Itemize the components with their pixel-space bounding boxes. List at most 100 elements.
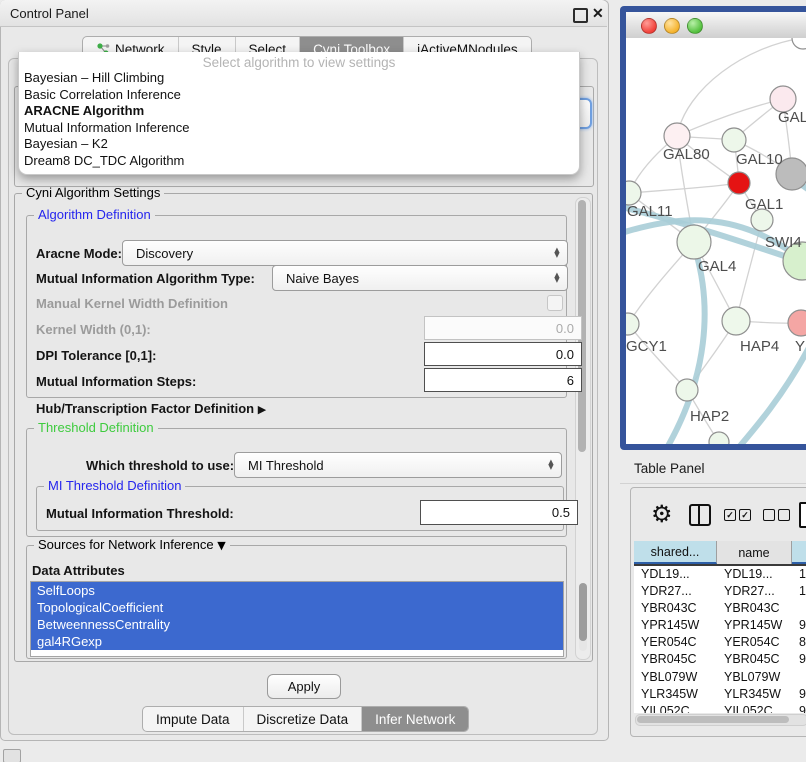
bottom-tab-discretize-data[interactable]: Discretize Data: [243, 707, 362, 731]
table-row[interactable]: YPR145WYPR145W9.: [634, 617, 806, 634]
network-node[interactable]: [728, 172, 750, 194]
bottom-tab-infer-network[interactable]: Infer Network: [361, 707, 468, 731]
attribute-list-item[interactable]: SelfLoops: [31, 582, 563, 599]
close-traffic-light-icon[interactable]: [641, 18, 657, 34]
attribute-list-item[interactable]: gal4RGexp: [31, 633, 563, 650]
chevron-down-icon: ▼: [217, 539, 225, 552]
table-horizontal-scrollbar[interactable]: [635, 714, 806, 726]
aracne-mode-label: Aracne Mode:: [36, 246, 122, 261]
network-node[interactable]: [709, 432, 729, 444]
node-label: GAL4: [698, 258, 736, 275]
group-title: Cyni Algorithm Settings: [22, 185, 164, 200]
group-title: Algorithm Definition: [34, 207, 155, 222]
gear-icon[interactable]: ⚙: [651, 500, 673, 528]
network-view-window[interactable]: GALGAL80GAL10GAL1GAL11SWI4GAL4GCY1HAP4YH…: [620, 6, 806, 450]
table-row[interactable]: YDL19...YDL19...13: [634, 566, 806, 583]
algorithm-option[interactable]: Bayesian – K2: [19, 136, 579, 153]
data-attributes-list[interactable]: SelfLoopsTopologicalCoefficientBetweenne…: [30, 581, 564, 657]
chevron-right-icon: ▶: [258, 403, 266, 416]
mi-steps-label: Mutual Information Steps:: [36, 374, 196, 389]
network-edge: [628, 324, 687, 390]
hub-definition-expander[interactable]: Hub/Transcription Factor Definition ▶: [36, 401, 266, 416]
select-all-checkboxes-icon[interactable]: ✓✓: [724, 509, 751, 521]
kernel-width-input[interactable]: 0.0: [424, 316, 582, 340]
apply-button[interactable]: Apply: [267, 674, 341, 699]
node-label: HAP4: [740, 338, 779, 355]
algorithm-option[interactable]: Dream8 DC_TDC Algorithm: [19, 153, 579, 170]
combo-stepper-icon: ▲▼: [547, 266, 567, 290]
aracne-mode-select[interactable]: Discovery ▲▼: [122, 240, 568, 266]
column-header[interactable]: shared...: [634, 541, 717, 564]
algorithm-option[interactable]: ARACNE Algorithm: [19, 103, 579, 120]
node-label: Y: [795, 338, 805, 355]
list-scrollbar[interactable]: [579, 583, 587, 651]
node-label: GAL10: [736, 151, 783, 168]
manual-kernel-checkbox[interactable]: [547, 295, 563, 311]
node-label: GCY1: [626, 338, 667, 355]
node-table: shared...name YDL19...YDL19...13YDR27...…: [634, 541, 806, 713]
node-label: SWI4: [765, 234, 802, 251]
network-node[interactable]: [792, 38, 806, 49]
which-threshold-label: Which threshold to use:: [86, 458, 234, 473]
algorithm-option[interactable]: Mutual Information Inference: [19, 120, 579, 137]
combo-stepper-icon: ▲▼: [541, 453, 561, 477]
column-header[interactable]: name: [717, 541, 792, 564]
mi-threshold-input[interactable]: 0.5: [420, 500, 578, 525]
attribute-list-item[interactable]: TopologicalCoefficient: [31, 599, 563, 616]
algorithm-option[interactable]: Basic Correlation Inference: [19, 87, 579, 104]
mi-type-label: Mutual Information Algorithm Type:: [36, 271, 255, 286]
network-node-gal10[interactable]: [722, 128, 746, 152]
network-window-titlebar[interactable]: [626, 12, 806, 39]
network-node-gal11[interactable]: [626, 181, 641, 205]
node-label: HAP2: [690, 408, 729, 425]
node-label: GAL: [778, 109, 806, 126]
algorithm-option[interactable]: Bayesian – Hill Climbing: [19, 70, 579, 87]
node-label: GAL11: [627, 203, 673, 220]
deselect-all-checkboxes-icon[interactable]: [763, 509, 790, 521]
close-icon[interactable]: ✕: [592, 5, 604, 22]
table-row[interactable]: YBR045CYBR045C9.: [634, 651, 806, 668]
sources-expander[interactable]: Sources for Network Inference ▼: [34, 537, 230, 552]
float-window-icon[interactable]: [573, 8, 588, 23]
collapsed-panel-icon[interactable]: [3, 749, 21, 762]
dropdown-placeholder: Select algorithm to view settings: [19, 52, 579, 70]
table-header-row: shared...name: [634, 541, 806, 566]
mi-threshold-label: Mutual Information Threshold:: [46, 506, 234, 521]
network-graph: GALGAL80GAL10GAL1GAL11SWI4GAL4GCY1HAP4YH…: [626, 38, 806, 444]
network-node-hap4[interactable]: [722, 307, 750, 335]
data-attributes-label: Data Attributes: [32, 563, 125, 578]
table-row[interactable]: YDR27...YDR27...12: [634, 583, 806, 600]
screen: Control Panel ✕ NetworkStyleSelectCyni T…: [0, 0, 806, 762]
control-panel-titlebar: Control Panel: [0, 0, 607, 27]
bottom-tab-impute-data[interactable]: Impute Data: [143, 707, 243, 731]
table-panel-title: Table Panel: [634, 461, 705, 476]
network-node-hap2[interactable]: [676, 379, 698, 401]
network-node-gal4[interactable]: [677, 225, 711, 259]
table-row[interactable]: YER054CYER054C8.: [634, 634, 806, 651]
table-row[interactable]: YBR043CYBR043C: [634, 600, 806, 617]
minimize-traffic-light-icon[interactable]: [664, 18, 680, 34]
new-table-icon[interactable]: [799, 502, 806, 528]
mi-steps-input[interactable]: 6: [424, 368, 582, 392]
manual-kernel-label: Manual Kernel Width Definition: [36, 296, 228, 311]
combo-stepper-icon: ▲▼: [547, 241, 567, 265]
cyni-bottom-tabs: Impute DataDiscretize DataInfer Network: [142, 706, 469, 732]
table-row[interactable]: YIL052CYIL052C9: [634, 703, 806, 713]
dpi-tolerance-input[interactable]: 0.0: [424, 342, 582, 366]
node-label: GAL1: [745, 196, 783, 213]
column-header[interactable]: [792, 541, 806, 564]
network-node-y[interactable]: [788, 310, 806, 336]
table-row[interactable]: YLR345WYLR345W9.: [634, 686, 806, 703]
table-row[interactable]: YBL079WYBL079W: [634, 669, 806, 686]
network-canvas[interactable]: GALGAL80GAL10GAL1GAL11SWI4GAL4GCY1HAP4YH…: [626, 38, 806, 444]
which-threshold-select[interactable]: MI Threshold ▲▼: [234, 452, 562, 478]
attribute-list-item[interactable]: BetweennessCentrality: [31, 616, 563, 633]
table-toolbar: ⚙ ✓✓: [631, 498, 806, 538]
window-title: Control Panel: [10, 6, 89, 21]
network-node-gcy1[interactable]: [626, 313, 639, 335]
mi-type-select[interactable]: Naive Bayes ▲▼: [272, 265, 568, 291]
table-panel: ⚙ ✓✓ shared...name YDL19...YDL19...13YDR…: [630, 487, 806, 737]
column-view-icon[interactable]: [689, 504, 711, 526]
zoom-traffic-light-icon[interactable]: [687, 18, 703, 34]
group-title: Threshold Definition: [34, 420, 158, 435]
